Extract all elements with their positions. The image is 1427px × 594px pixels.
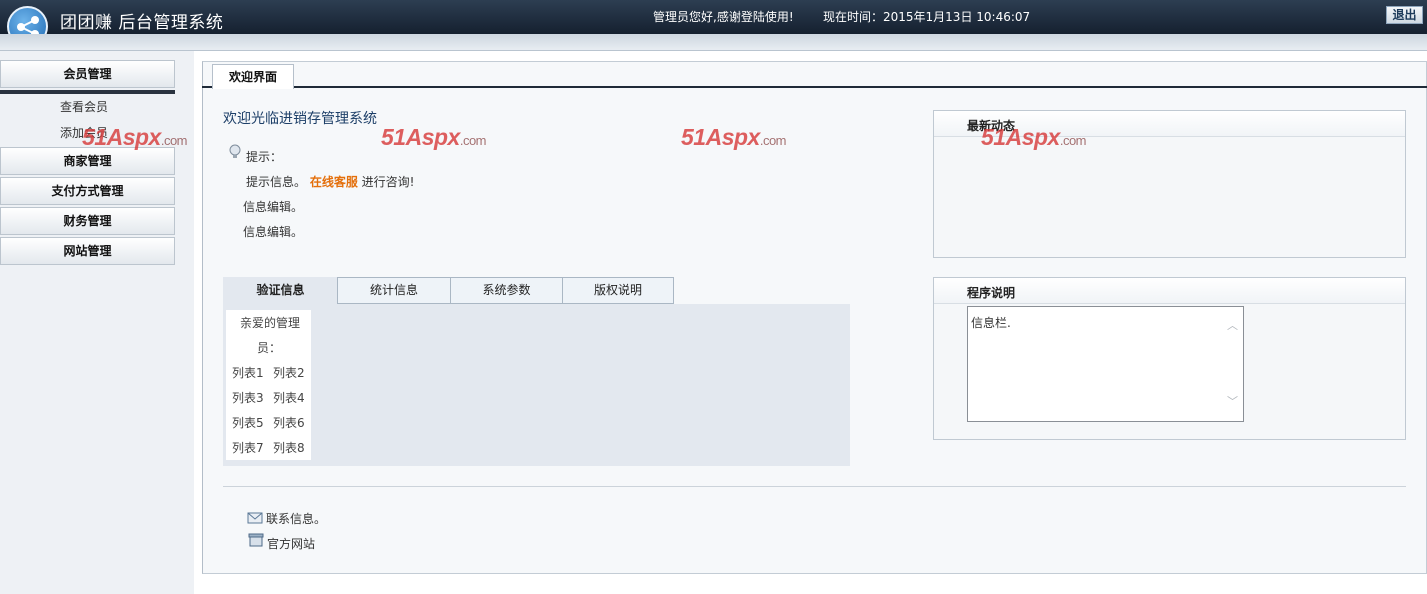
watermark-logo: 51Aspx.com: [82, 124, 188, 151]
watermark-logo: 51Aspx.com: [381, 124, 487, 151]
tips-label: 提示：: [246, 150, 283, 164]
menu-finance-management[interactable]: 财务管理: [0, 207, 175, 235]
divider: [223, 486, 1406, 487]
watermark-brand: 51Aspx: [381, 124, 460, 150]
tab-system-params[interactable]: 系统参数: [450, 277, 563, 304]
tab-copyright[interactable]: 版权说明: [562, 277, 674, 304]
watermark-brand: 51Aspx: [981, 124, 1060, 150]
lightbulb-icon: [229, 144, 241, 158]
info-edit-line: 信息编辑。: [243, 200, 304, 214]
chevron-up-icon[interactable]: ︿: [1227, 320, 1238, 331]
top-header: 团团赚 后台管理系统 管理员您好,感谢登陆使用! 现在时间：2015年1月13日…: [0, 0, 1427, 47]
watermark-brand: 51Aspx: [82, 124, 161, 150]
list-item[interactable]: 列表1: [232, 364, 264, 381]
envelope-icon: [247, 512, 263, 524]
admin-list-box: [226, 310, 311, 460]
app-title: 团团赚 后台管理系统: [60, 13, 224, 33]
info-edit-line: 信息编辑。: [243, 225, 304, 239]
about-title: 程序说明: [967, 286, 1016, 300]
official-site-link[interactable]: 官方网站: [267, 535, 315, 552]
list-item[interactable]: 列表7: [232, 439, 264, 456]
header-subbar: [0, 34, 1427, 51]
menu-payment-management[interactable]: 支付方式管理: [0, 177, 175, 205]
about-box-header: 程序说明: [934, 278, 1405, 304]
current-time: 现在时间：2015年1月13日 10:46:07: [823, 10, 1031, 24]
online-service-link[interactable]: 在线客服: [310, 175, 358, 189]
menu-item-view-members[interactable]: 查看会员: [0, 94, 175, 120]
list-item[interactable]: 列表4: [273, 389, 305, 406]
watermark-suffix: .com: [759, 133, 787, 148]
list-item[interactable]: 列表3: [232, 389, 264, 406]
list-item[interactable]: 列表2: [273, 364, 305, 381]
watermark-brand: 51Aspx: [681, 124, 760, 150]
phone-icon: [248, 533, 264, 547]
watermark-suffix: .com: [459, 133, 487, 148]
list-item[interactable]: 列表8: [273, 439, 305, 456]
info-textarea-text: 信息栏.: [971, 316, 1011, 330]
watermark-suffix: .com: [1059, 133, 1087, 148]
welcome-message: 管理员您好,感谢登陆使用!: [653, 10, 794, 24]
tab-content-panel: [223, 304, 850, 466]
list-header: 亲爱的管理: [240, 316, 301, 330]
menu-website-management[interactable]: 网站管理: [0, 237, 175, 265]
info-textarea[interactable]: 信息栏. ︿ ﹀: [967, 306, 1244, 422]
contact-info-link[interactable]: 联系信息。: [266, 510, 326, 527]
tab-strip-line: [202, 86, 1427, 88]
tip-info-prefix: 提示信息。: [246, 175, 307, 189]
tab-verification-info[interactable]: 验证信息: [223, 277, 338, 304]
list-header: 员：: [257, 341, 282, 355]
watermark-logo: 51Aspx.com: [981, 124, 1087, 151]
menu-member-management[interactable]: 会员管理: [0, 60, 175, 88]
tab-welcome[interactable]: 欢迎界面: [212, 64, 294, 89]
page-title: 欢迎光临进销存管理系统: [223, 111, 377, 127]
list-item[interactable]: 列表6: [273, 414, 305, 431]
watermark-logo: 51Aspx.com: [681, 124, 787, 151]
watermark-suffix: .com: [160, 133, 188, 148]
logout-button[interactable]: 退出: [1386, 6, 1423, 24]
tip-info-suffix: 进行咨询!: [357, 175, 415, 189]
tab-statistics[interactable]: 统计信息: [337, 277, 451, 304]
chevron-down-icon[interactable]: ﹀: [1227, 396, 1238, 407]
list-item[interactable]: 列表5: [232, 414, 264, 431]
menu-merchant-management[interactable]: 商家管理: [0, 147, 175, 175]
tip-info-line: 提示信息。 在线客服 进行咨询!: [246, 173, 415, 190]
